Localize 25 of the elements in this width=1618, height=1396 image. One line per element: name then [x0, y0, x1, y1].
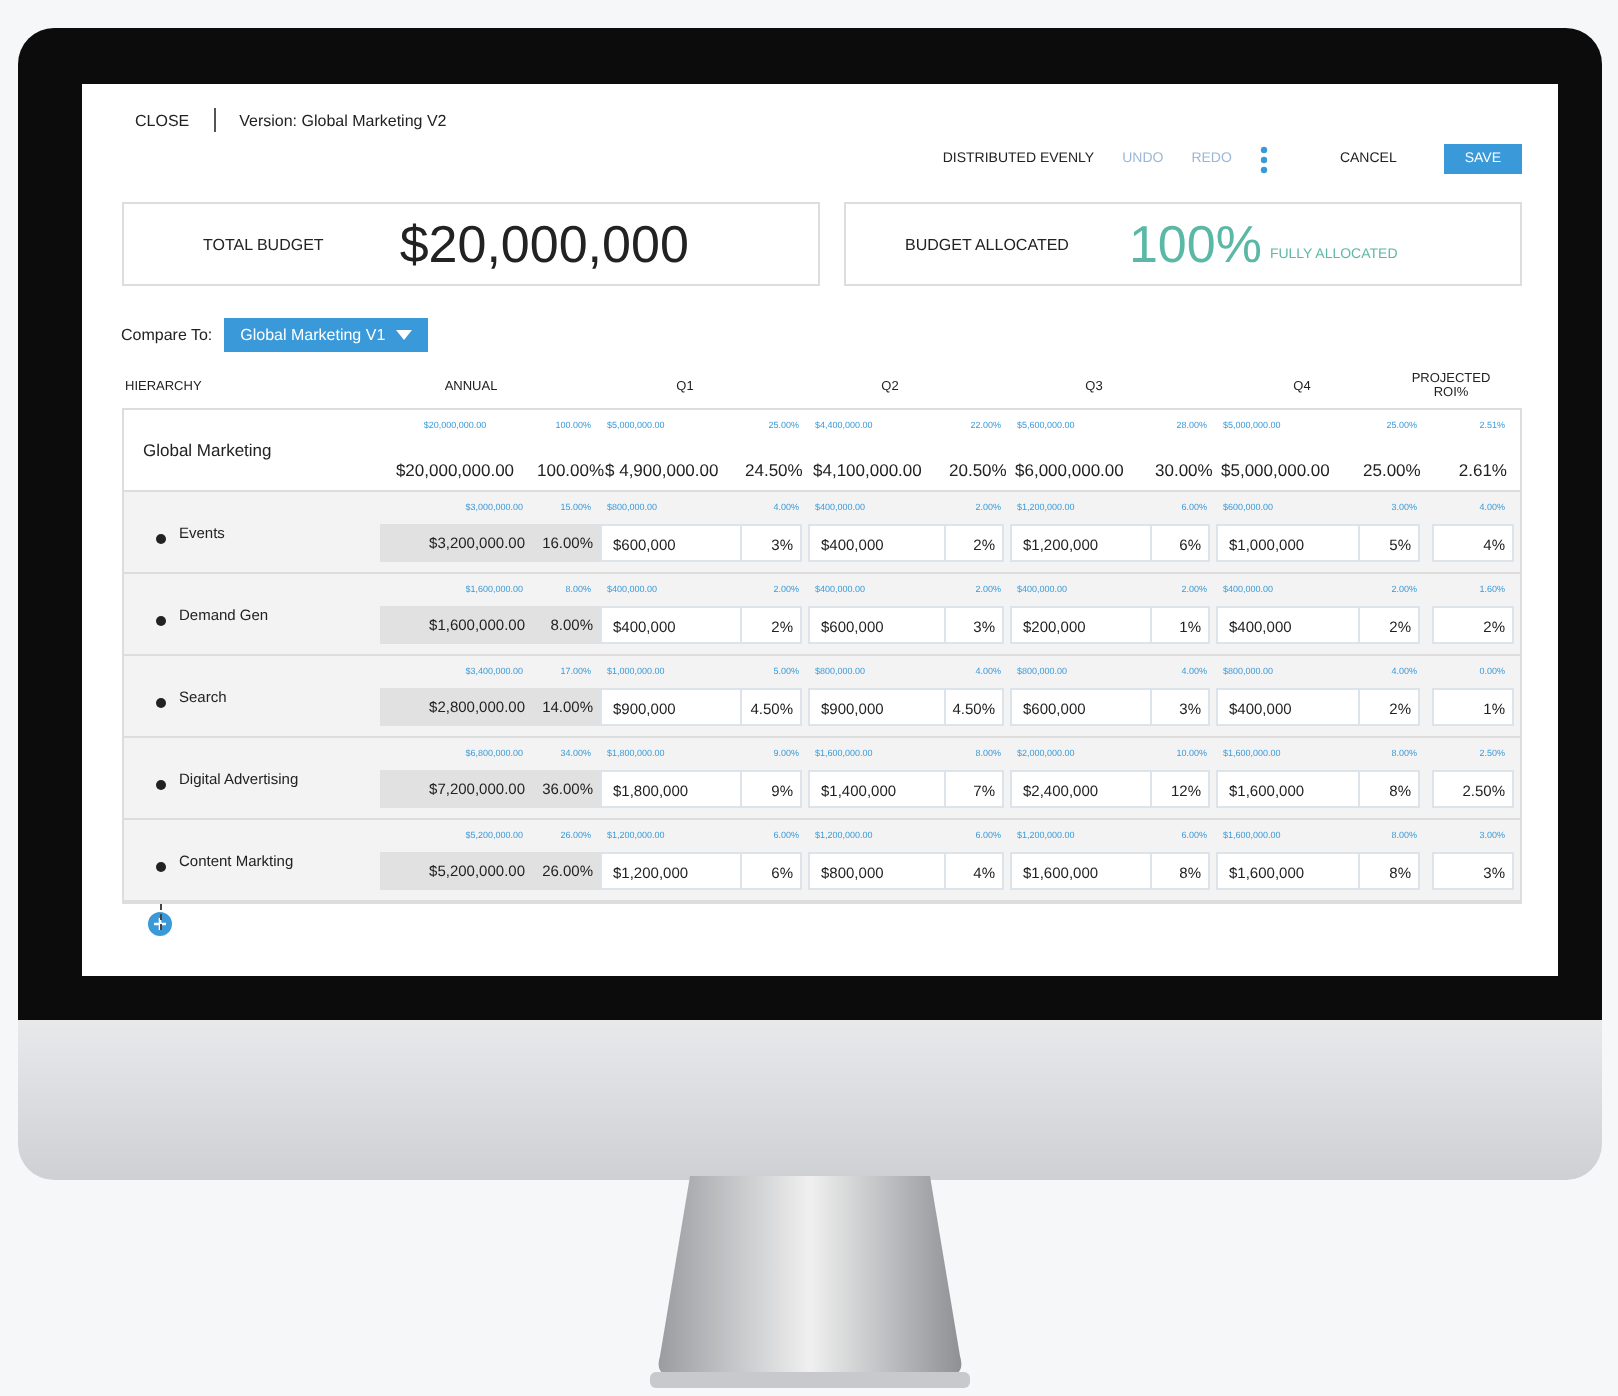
tree-node-icon: [155, 698, 165, 708]
card-label: TOTAL BUDGET: [203, 235, 324, 253]
close-link[interactable]: CLOSE: [135, 111, 190, 129]
compare-label: Compare To:: [121, 326, 213, 344]
tree-node-icon: [155, 534, 165, 544]
tree-node-icon: [155, 616, 165, 626]
table-cell-text: 2.61%: [1456, 460, 1509, 480]
table-cell-text: 24.50%: [743, 460, 805, 480]
allocated-value: 100%: [1128, 213, 1262, 275]
table-cell-text: $6,000,000.00: [1013, 460, 1126, 480]
row-name: Global Marketing: [143, 440, 274, 460]
more-icon[interactable]: [1259, 145, 1268, 173]
table-cell-text: 30.00%: [1153, 460, 1215, 480]
version-title: Version: Global Marketing V2: [239, 111, 447, 129]
tree-node-icon: [155, 780, 165, 790]
table-cell-text: $4,100,000.00: [811, 460, 924, 480]
tree-node-icon: [155, 862, 165, 872]
table-cell-text: 25.00%: [1361, 460, 1423, 480]
table-cell-text: $20,000,000.00: [393, 460, 517, 480]
card-label: BUDGET ALLOCATED: [905, 235, 1069, 253]
table-cell-text: 20.50%: [947, 460, 1009, 480]
total-budget-value: $20,000,000: [399, 213, 689, 275]
table-cell-text: $5,000,000.00: [1219, 460, 1332, 480]
add-icon[interactable]: [147, 912, 171, 936]
caret-icon: [395, 330, 412, 340]
